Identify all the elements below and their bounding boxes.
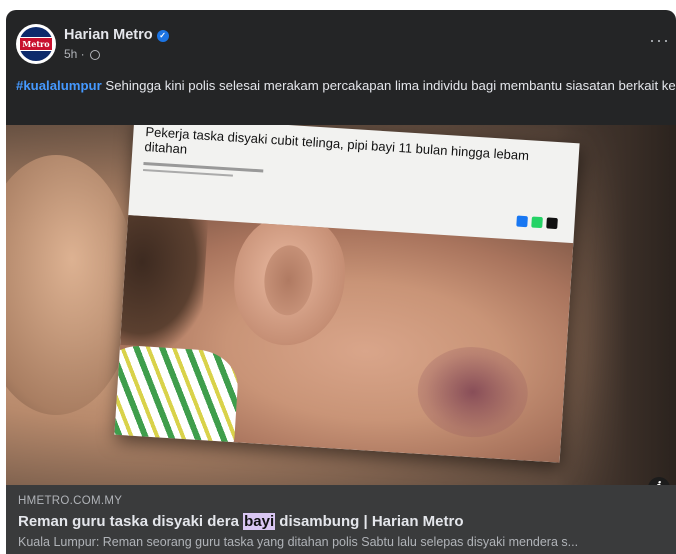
hashtag-link[interactable]: #kualalumpur <box>16 78 102 93</box>
page-avatar[interactable]: Metro <box>16 24 56 64</box>
x-share-icon <box>546 217 558 230</box>
post-time[interactable]: 5h · <box>64 47 85 61</box>
metro-logo: Metro <box>19 27 53 61</box>
link-title-end: disambung | Harian Metro <box>275 513 464 530</box>
clipping-photo <box>114 215 574 463</box>
bruise-mark <box>415 343 531 441</box>
news-clipping: Pekerja taska disyaki cubit telinga, pip… <box>114 125 580 463</box>
whatsapp-share-icon <box>531 216 543 229</box>
baby-hair <box>114 215 209 350</box>
post-header: Metro Harian Metro ✓ 5h · ··· <box>6 10 676 72</box>
clipping-email <box>143 168 233 177</box>
post-meta: 5h · <box>64 47 101 61</box>
post-text: #kualalumpur Sehingga kini polis selesai… <box>16 77 676 95</box>
page-name[interactable]: Harian Metro ✓ <box>64 27 169 43</box>
link-preview-image[interactable]: Pekerja taska disyaki cubit telinga, pip… <box>6 125 676 485</box>
globe-icon <box>90 50 101 60</box>
background-photo <box>6 155 136 415</box>
link-description: Kuala Lumpur: Reman seorang guru taska y… <box>18 535 579 549</box>
link-domain: HMETRO.COM.MY <box>18 495 123 507</box>
link-title[interactable]: Reman guru taska disyaki dera bayi disam… <box>18 513 464 530</box>
highlighted-word: bayi <box>243 513 276 530</box>
page-name-text[interactable]: Harian Metro <box>64 27 153 43</box>
link-preview-footer[interactable]: HMETRO.COM.MY Reman guru taska disyaki d… <box>6 485 676 554</box>
link-title-start: Reman guru taska disyaki dera <box>18 513 244 530</box>
avatar-logo-text: Metro <box>19 37 53 51</box>
verified-badge-icon: ✓ <box>156 30 169 42</box>
more-options-button[interactable]: ··· <box>649 30 670 51</box>
post-body: Sehingga kini polis selesai merakam perc… <box>101 78 676 93</box>
facebook-post: Metro Harian Metro ✓ 5h · ··· #kualalumpu… <box>6 10 676 554</box>
striped-collar <box>114 343 240 463</box>
facebook-share-icon <box>516 215 528 228</box>
